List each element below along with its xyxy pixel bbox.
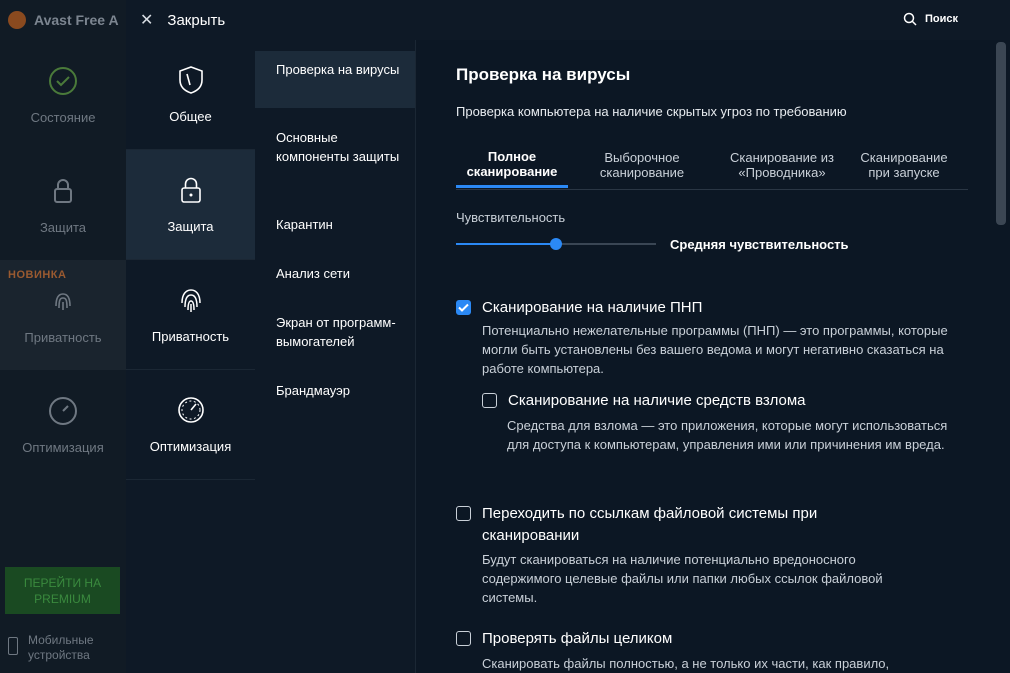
background-app-title: Avast Free A (34, 12, 119, 28)
bg-nav-label: Оптимизация (22, 439, 104, 455)
option-description: Средства для взлома — это приложения, ко… (507, 418, 948, 452)
subnav-network-inspector[interactable]: Анализ сети (255, 264, 415, 283)
subnav-ransomware-shield[interactable]: Экран от программ-вымогателей (255, 313, 415, 351)
settings-content: Проверка на вирусы Проверка компьютера н… (416, 40, 993, 673)
bg-nav-label: Состояние (30, 109, 96, 125)
page-title: Проверка на вирусы (456, 65, 631, 84)
tab-custom-scan[interactable]: Выборочное сканирование (583, 142, 701, 188)
speedometer-icon (49, 396, 77, 425)
follow-links-checkbox[interactable] (456, 506, 471, 521)
sensitivity-value: Средняя чувствительность (670, 237, 849, 252)
search-label: Поиск (925, 13, 959, 25)
scrollbar-thumb[interactable] (996, 42, 1006, 225)
scrollbar[interactable] (994, 40, 1010, 673)
option-title: Проверять файлы целиком (482, 630, 673, 647)
option-follow-links: Переходить по ссылкам файловой системы п… (456, 505, 896, 547)
slider-thumb[interactable] (550, 238, 562, 250)
background-titlebar: Avast Free A (0, 0, 126, 40)
bg-mobile-devices: Мобильные устройства (8, 633, 108, 663)
shield-icon (178, 66, 203, 94)
close-icon: ✕ (140, 12, 154, 29)
bg-nav-status: Состояние (0, 40, 126, 150)
sub-navigation: Проверка на вирусы Основные компоненты з… (255, 40, 416, 673)
subnav-core-shields[interactable]: Основные компоненты защиты (255, 128, 415, 166)
bg-nav-label: Приватность (24, 329, 102, 345)
whole-files-checkbox[interactable] (456, 631, 471, 646)
upgrade-premium-button: ПЕРЕЙТИ НА PREMIUM (5, 567, 120, 614)
fingerprint-icon (55, 292, 71, 310)
option-title: Сканирование на наличие ПНП (482, 299, 703, 316)
speedometer-icon (177, 397, 204, 423)
subnav-quarantine[interactable]: Карантин (255, 215, 415, 234)
sensitivity-label: Чувствительность (456, 210, 566, 225)
lock-icon (54, 178, 72, 203)
bg-nav-optimization: Оптимизация (0, 370, 126, 480)
category-label: Защита (167, 219, 214, 234)
phone-icon (8, 637, 18, 655)
subnav-firewall[interactable]: Брандмауэр (255, 381, 415, 400)
option-hack-tools-scan: Сканирование на наличие средств взлома (482, 392, 806, 412)
category-general[interactable]: Общее (126, 40, 255, 150)
tab-full-scan[interactable]: Полное сканирование (456, 142, 568, 188)
avast-logo-icon (8, 11, 26, 29)
hack-tools-checkbox[interactable] (482, 393, 497, 408)
bg-nav-label: Защита (39, 219, 87, 235)
option-title: Переходить по ссылкам файловой системы п… (482, 505, 818, 544)
option-scan-whole-files: Проверять файлы целиком (456, 630, 672, 650)
search-button[interactable]: Поиск (903, 12, 958, 26)
background-app: Avast Free A Состояние Защита Приватност… (0, 0, 126, 673)
option-description: Потенциально нежелательные программы (ПН… (482, 323, 948, 376)
checkmark-icon (458, 303, 469, 312)
category-privacy[interactable]: Приватность (126, 260, 255, 370)
page-description: Проверка компьютера на наличие скрытых у… (456, 104, 847, 119)
option-pup-scan: Сканирование на наличие ПНП (456, 299, 702, 319)
category-label: Оптимизация (149, 439, 232, 454)
sensitivity-slider[interactable] (456, 238, 656, 250)
new-badge: НОВИНКА (8, 269, 67, 281)
category-optimization[interactable]: Оптимизация (126, 370, 255, 480)
fingerprint-icon (180, 289, 201, 312)
option-title: Сканирование на наличие средств взлома (508, 392, 806, 409)
settings-topbar (126, 0, 1010, 40)
slider-fill (456, 243, 556, 245)
tab-boot-scan[interactable]: Сканирование при запуске (854, 142, 954, 188)
scan-tabs: Полное сканирование Выборочное сканирова… (456, 142, 968, 190)
category-sidebar: Общее Защита Приватность Оптимизация (126, 40, 256, 673)
close-label: Закрыть (167, 11, 226, 29)
category-label: Приватность (151, 329, 230, 344)
pup-checkbox[interactable] (456, 300, 471, 315)
tab-explorer-scan[interactable]: Сканирование из «Проводника» (718, 142, 846, 188)
option-description: Сканировать файлы полностью, а не только… (482, 656, 890, 671)
category-label: Общее (169, 109, 212, 124)
search-icon (903, 12, 917, 26)
bg-mobile-label: Мобильные устройства (28, 633, 94, 662)
check-circle-icon (49, 66, 77, 95)
close-button[interactable]: ✕ Закрыть (140, 10, 225, 30)
option-description: Будут сканироваться на наличие потенциал… (482, 552, 883, 605)
category-protection[interactable]: Защита (126, 150, 255, 260)
bg-nav-protection: Защита (0, 150, 126, 260)
subnav-virus-scan[interactable]: Проверка на вирусы (255, 51, 415, 108)
lock-icon (180, 177, 201, 203)
